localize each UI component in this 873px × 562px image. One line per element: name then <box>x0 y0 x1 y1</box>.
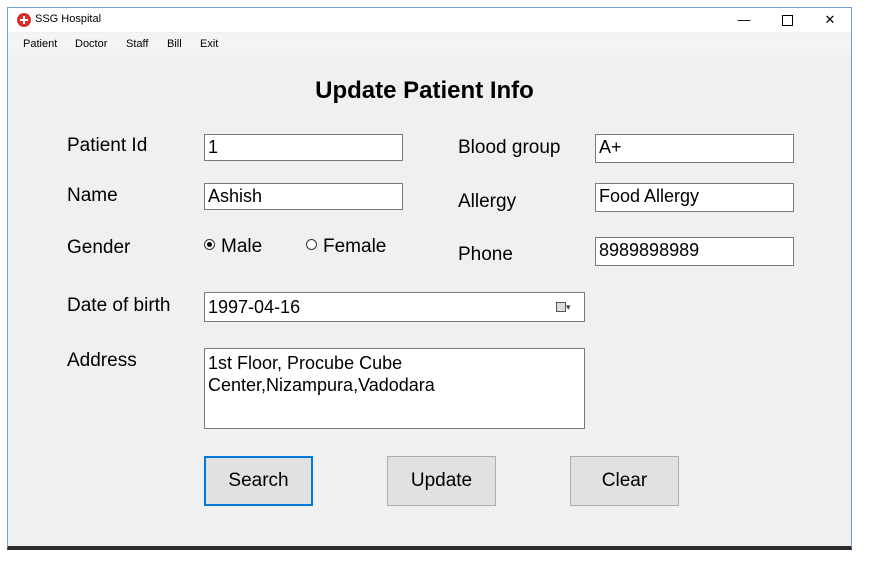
address-line-1: 1st Floor, Procube Cube <box>208 353 403 373</box>
radio-unchecked-icon <box>306 239 317 250</box>
address-line-2: Center,Nizampura,Vadodara <box>208 375 435 395</box>
blood-group-label: Blood group <box>458 137 561 158</box>
gender-male-label: Male <box>221 236 263 257</box>
dob-value: 1997-04-16 <box>208 297 301 317</box>
calendar-dropdown-icon[interactable]: ▾ <box>556 302 574 312</box>
allergy-label: Allergy <box>458 191 517 212</box>
title-bar: SSG Hospital — ✕ <box>8 8 851 32</box>
menu-bill[interactable]: Bill <box>167 38 182 50</box>
dob-datepicker[interactable]: 1997-04-16 ▾ <box>204 292 585 322</box>
search-button[interactable]: Search <box>204 456 313 506</box>
menu-exit[interactable]: Exit <box>200 38 218 50</box>
minimize-button[interactable]: — <box>723 8 765 32</box>
phone-label: Phone <box>458 244 513 265</box>
maximize-icon <box>781 15 793 27</box>
close-button[interactable]: ✕ <box>809 8 851 32</box>
maximize-button[interactable] <box>766 8 808 32</box>
update-button[interactable]: Update <box>387 456 496 506</box>
menu-staff[interactable]: Staff <box>126 38 148 50</box>
patient-id-input[interactable]: 1 <box>204 134 403 161</box>
blood-group-input[interactable]: A+ <box>595 134 794 163</box>
phone-input[interactable]: 8989898989 <box>595 237 794 266</box>
name-input[interactable]: Ashish <box>204 183 403 210</box>
page-title: Update Patient Info <box>315 77 534 104</box>
allergy-input[interactable]: Food Allergy <box>595 183 794 212</box>
radio-checked-icon <box>204 239 215 250</box>
patient-id-label: Patient Id <box>67 135 148 156</box>
gender-male-radio[interactable]: Male <box>204 236 262 258</box>
menu-patient[interactable]: Patient <box>23 38 57 50</box>
window-title: SSG Hospital <box>35 13 102 25</box>
dob-label: Date of birth <box>67 295 171 316</box>
address-textarea[interactable]: 1st Floor, Procube Cube Center,Nizampura… <box>204 348 585 429</box>
gender-label: Gender <box>67 237 131 258</box>
menu-doctor[interactable]: Doctor <box>75 38 107 50</box>
app-window: SSG Hospital — ✕ Patient Doctor Staff Bi… <box>7 7 852 550</box>
hospital-cross-icon <box>17 13 31 27</box>
clear-button[interactable]: Clear <box>570 456 679 506</box>
name-label: Name <box>67 185 118 206</box>
gender-female-radio[interactable]: Female <box>306 236 386 258</box>
address-label: Address <box>67 350 137 371</box>
gender-female-label: Female <box>323 236 387 257</box>
menu-bar: Patient Doctor Staff Bill Exit <box>8 33 851 55</box>
